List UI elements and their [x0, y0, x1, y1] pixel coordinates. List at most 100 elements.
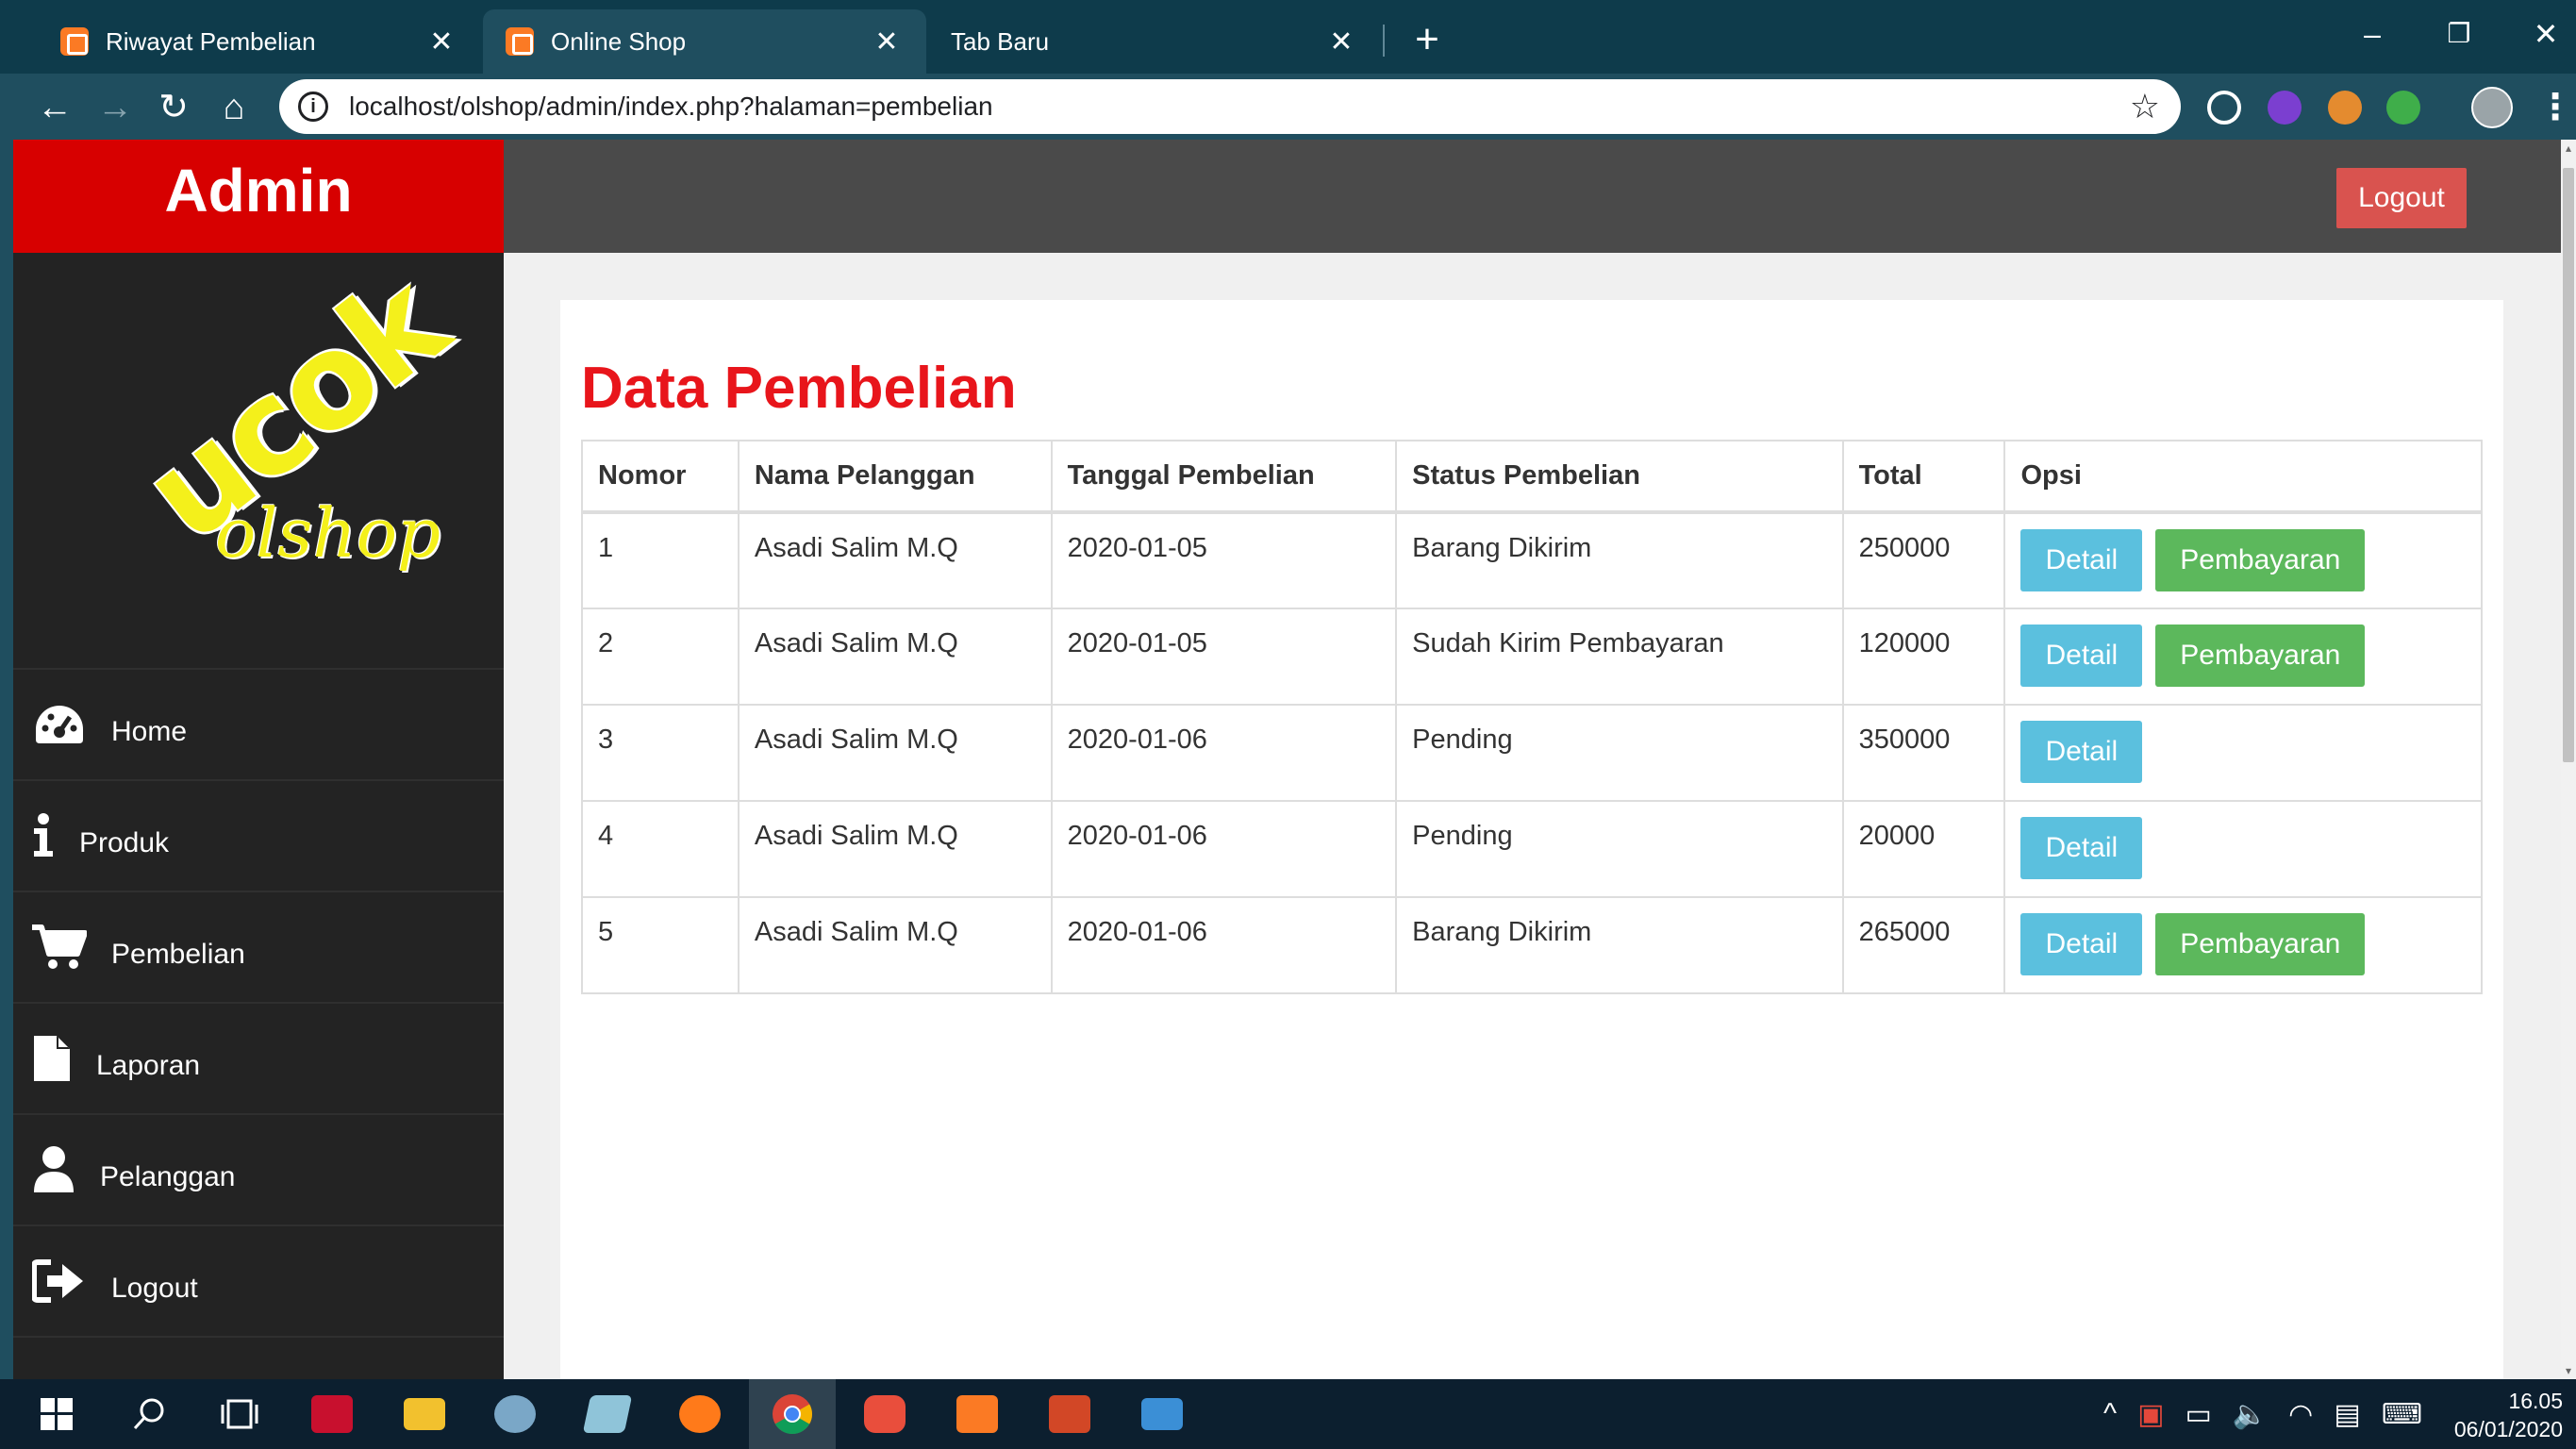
close-tab-icon[interactable]: ✕ — [424, 25, 458, 58]
keyboard-icon[interactable]: ⌨ — [2382, 1398, 2422, 1431]
sidebar-item-pelanggan[interactable]: Pelanggan — [13, 1115, 504, 1226]
sidebar-item-laporan[interactable]: Laporan — [13, 1004, 504, 1115]
sidebar: Admin ucok olshop Home Produk Pembelian … — [13, 140, 504, 1379]
cell-nomor: 3 — [581, 704, 740, 802]
sidebar-item-label: Home — [111, 716, 188, 747]
sidebar-item-logout[interactable]: Logout — [13, 1226, 504, 1338]
cell-opsi: Detail — [2003, 800, 2483, 898]
tab-strip: Riwayat Pembelian ✕ Online Shop ✕ Tab Ba… — [0, 0, 2576, 74]
cell-tanggal: 2020-01-06 — [1050, 800, 1398, 898]
paint-icon[interactable] — [472, 1379, 558, 1449]
photos-icon[interactable] — [1119, 1379, 1205, 1449]
sidebar-item-label: Pelanggan — [100, 1161, 236, 1192]
cell-opsi: Detail — [2003, 704, 2483, 802]
extension-purple-icon[interactable] — [2268, 91, 2302, 125]
cell-tanggal: 2020-01-05 — [1050, 608, 1398, 706]
page-scrollbar[interactable]: ▴ ▾ — [2561, 140, 2576, 1379]
new-tab-button[interactable]: + — [1404, 13, 1451, 66]
detail-button[interactable]: Detail — [2020, 721, 2143, 783]
file-explorer-icon[interactable] — [381, 1379, 468, 1449]
xampp-icon[interactable] — [934, 1379, 1021, 1449]
close-tab-icon[interactable]: ✕ — [870, 25, 904, 58]
minimize-button[interactable]: – — [2339, 8, 2405, 60]
detail-button[interactable]: Detail — [2020, 529, 2143, 591]
tab-title: Tab Baru — [951, 26, 1050, 56]
browser-chrome: Riwayat Pembelian ✕ Online Shop ✕ Tab Ba… — [0, 0, 2576, 140]
sidebar-item-produk[interactable]: Produk — [13, 781, 504, 892]
pembayaran-button[interactable]: Pembayaran — [2155, 913, 2366, 975]
home-icon[interactable]: ⌂ — [209, 83, 258, 132]
reload-icon[interactable]: ↻ — [149, 83, 198, 132]
table-row: 2 Asadi Salim M.Q 2020-01-05 Sudah Kirim… — [581, 608, 2483, 706]
cell-tanggal: 2020-01-06 — [1050, 896, 1398, 994]
battery-icon[interactable]: ▭ — [2185, 1398, 2211, 1431]
column-header-total: Total — [1841, 440, 2006, 514]
scrollbar-thumb[interactable] — [2563, 168, 2574, 762]
notification-icon[interactable]: ▤ — [2334, 1398, 2360, 1431]
logout-button[interactable]: Logout — [2336, 168, 2467, 228]
profile-avatar[interactable] — [2471, 87, 2513, 128]
firefox-icon[interactable] — [656, 1379, 743, 1449]
page-viewport: Admin ucok olshop Home Produk Pembelian … — [13, 140, 2561, 1379]
search-icon[interactable] — [106, 1379, 192, 1449]
cell-opsi: Detail Pembayaran — [2003, 511, 2483, 609]
tab-riwayat-pembelian[interactable]: Riwayat Pembelian ✕ — [38, 9, 481, 74]
sidebar-item-label: Pembelian — [111, 939, 245, 970]
pembayaran-button[interactable]: Pembayaran — [2155, 625, 2366, 687]
bookmark-star-icon[interactable]: ☆ — [2130, 87, 2160, 126]
restore-button[interactable]: ❐ — [2426, 8, 2492, 60]
xampp-favicon-icon — [506, 27, 534, 56]
site-info-icon[interactable]: i — [298, 92, 328, 122]
cell-status: Barang Dikirim — [1395, 511, 1844, 609]
detail-button[interactable]: Detail — [2020, 625, 2143, 687]
forward-arrow-icon[interactable]: → — [91, 83, 140, 132]
chrome-icon[interactable] — [749, 1379, 836, 1449]
scroll-up-arrow-icon[interactable]: ▴ — [2563, 142, 2574, 155]
logo-sub-text: olshop — [215, 493, 441, 573]
detail-button[interactable]: Detail — [2020, 913, 2143, 975]
notes-icon[interactable] — [564, 1379, 651, 1449]
table-header-row: Nomor Nama Pelanggan Tanggal Pembelian S… — [581, 440, 2483, 514]
extension-speed-icon[interactable] — [2207, 91, 2241, 125]
camera-app-icon[interactable] — [841, 1379, 928, 1449]
address-bar[interactable]: i localhost/olshop/admin/index.php?halam… — [279, 79, 2181, 134]
close-window-button[interactable]: ✕ — [2513, 8, 2576, 60]
close-tab-icon[interactable]: ✕ — [1324, 25, 1358, 58]
column-header-nomor: Nomor — [581, 440, 740, 514]
sidebar-menu: Home Produk Pembelian Laporan Pelanggan … — [13, 668, 504, 1338]
back-arrow-icon[interactable]: ← — [30, 83, 79, 132]
powerpoint-icon[interactable] — [1026, 1379, 1113, 1449]
table-row: 5 Asadi Salim M.Q 2020-01-06 Barang Diki… — [581, 896, 2483, 994]
wifi-icon[interactable]: ◠ — [2288, 1398, 2313, 1431]
cell-status: Barang Dikirim — [1395, 896, 1844, 994]
windows-start-icon[interactable] — [13, 1379, 100, 1449]
cell-status: Pending — [1395, 800, 1844, 898]
url-text[interactable]: localhost/olshop/admin/index.php?halaman… — [349, 92, 2130, 122]
detail-button[interactable]: Detail — [2020, 817, 2143, 879]
chevron-up-icon[interactable]: ^ — [2103, 1398, 2117, 1430]
browser-menu-icon[interactable]: ⋮ — [2537, 85, 2573, 130]
cell-tanggal: 2020-01-05 — [1050, 511, 1398, 609]
extension-orange-icon[interactable] — [2328, 91, 2362, 125]
extension-green-icon[interactable] — [2386, 91, 2420, 125]
admin-brand[interactable]: Admin — [13, 140, 504, 253]
clock-time: 16.05 — [2508, 1389, 2563, 1413]
page-title: Data Pembelian — [581, 356, 1017, 421]
scroll-down-arrow-icon[interactable]: ▾ — [2563, 1364, 2574, 1377]
sidebar-item-label: Logout — [111, 1273, 198, 1304]
cell-status: Sudah Kirim Pembayaran — [1395, 608, 1844, 706]
sidebar-item-home[interactable]: Home — [13, 670, 504, 781]
acrobat-tray-icon[interactable]: ▣ — [2137, 1398, 2164, 1431]
pembayaran-button[interactable]: Pembayaran — [2155, 529, 2366, 591]
cell-total: 20000 — [1841, 800, 2006, 898]
volume-muted-icon[interactable]: 🔈 — [2233, 1398, 2268, 1431]
tab-online-shop[interactable]: Online Shop ✕ — [483, 9, 926, 74]
sidebar-item-pembelian[interactable]: Pembelian — [13, 892, 504, 1004]
mendeley-icon[interactable] — [289, 1379, 375, 1449]
tab-title: Online Shop — [551, 26, 687, 56]
tab-tab-baru[interactable]: Tab Baru ✕ — [928, 9, 1381, 74]
task-view-icon[interactable] — [196, 1379, 283, 1449]
purchase-table: Nomor Nama Pelanggan Tanggal Pembelian S… — [581, 440, 2483, 994]
table-row: 1 Asadi Salim M.Q 2020-01-05 Barang Diki… — [581, 511, 2483, 609]
taskbar-clock[interactable]: 16.05 06/01/2020 — [2440, 1387, 2563, 1443]
